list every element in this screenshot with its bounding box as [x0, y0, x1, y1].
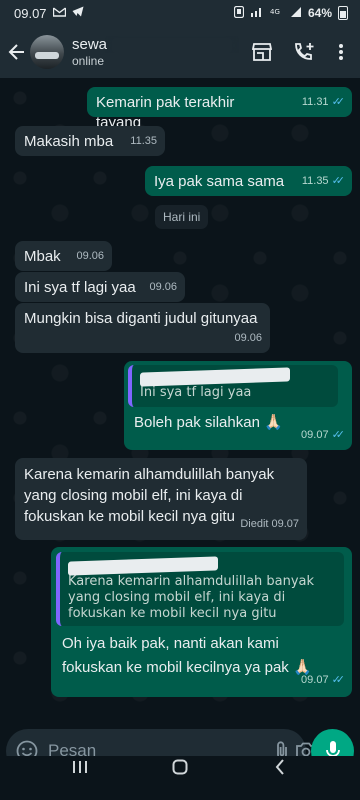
contact-name: sewa — [72, 36, 108, 53]
message-outgoing[interactable]: Iya pak sama sama 11.35 ✓✓ — [145, 166, 352, 196]
avatar[interactable] — [30, 35, 64, 69]
message-meta: 11.35 — [130, 131, 157, 151]
read-ticks-icon: ✓✓ — [331, 429, 346, 441]
menu-button[interactable] — [328, 32, 354, 72]
read-ticks-icon: ✓✓ — [331, 96, 346, 108]
message-outgoing[interactable]: Ini sya tf lagi yaa Boleh pak silahkan 🙏… — [124, 361, 352, 450]
telegram-icon — [72, 6, 84, 20]
message-time: 11.35 — [130, 135, 157, 147]
chat-header: sewa online — [0, 26, 360, 78]
more-vert-icon — [339, 44, 343, 60]
battery-percent: 64% — [307, 6, 332, 20]
contact-info[interactable]: sewa online — [72, 36, 244, 68]
quoted-author — [68, 556, 336, 576]
message-incoming[interactable]: Mbak 09.06 — [15, 241, 112, 271]
message-outgoing[interactable]: Kemarin pak terakhir tayang 11.31 ✓✓ — [87, 87, 352, 131]
signal-icon — [250, 6, 264, 20]
recent-apps-icon — [73, 761, 87, 773]
quoted-text: Karena kemarin alhamdulillah banyak yang… — [68, 574, 315, 621]
home-icon — [172, 759, 188, 775]
date-divider: Hari ini — [155, 205, 209, 229]
back-arrow-icon — [8, 44, 24, 60]
contact-name-wrap: sewa — [72, 36, 244, 53]
message-incoming[interactable]: Ini sya tf lagi yaa 09.06 — [15, 272, 185, 302]
message-meta: 11.35 ✓✓ — [301, 171, 346, 191]
notification-icon — [233, 5, 245, 21]
system-back-button[interactable] — [250, 756, 310, 778]
message-meta: 09.06 — [149, 277, 177, 297]
store-icon — [252, 43, 272, 61]
message-text: Iya pak sama sama — [154, 173, 285, 190]
message-text: Ini sya tf lagi yaa — [24, 279, 136, 296]
message-meta: 09.07 ✓✓ — [301, 425, 346, 445]
redaction — [112, 38, 232, 53]
message-time: 11.31 — [301, 96, 329, 108]
quoted-message[interactable]: Karena kemarin alhamdulillah banyak yang… — [56, 552, 344, 626]
message-meta: Diedit 09.07 — [240, 514, 299, 535]
message-meta: 09.07 ✓✓ — [301, 668, 346, 692]
message-meta: 09.06 — [76, 246, 104, 266]
add-call-button[interactable] — [286, 32, 322, 72]
message-text: Mbak — [24, 248, 61, 265]
message-time: 09.07 — [301, 429, 329, 441]
message-time: 11.35 — [301, 175, 329, 187]
message-outgoing[interactable]: Karena kemarin alhamdulillah banyak yang… — [51, 547, 352, 697]
message-incoming[interactable]: Mungkin bisa diganti judul gitunyaa 09.0… — [15, 303, 270, 353]
catalog-button[interactable] — [244, 32, 280, 72]
signal-2-icon — [290, 6, 302, 20]
network-4g-icon: 4G — [270, 6, 284, 20]
message-text: Makasih mba — [24, 133, 114, 150]
battery-icon — [338, 6, 348, 20]
message-time: 09.06 — [76, 250, 104, 262]
status-bar: 09.07 4G 64% — [0, 0, 360, 26]
recent-apps-button[interactable] — [50, 756, 110, 778]
contact-status: online — [72, 54, 105, 68]
read-ticks-icon: ✓✓ — [331, 175, 346, 187]
edited-label: Diedit — [240, 518, 269, 530]
quoted-text: Ini sya tf lagi yaa — [140, 385, 252, 400]
message-text: Karena kemarin alhamdulillah banyak yang… — [24, 466, 275, 525]
message-incoming[interactable]: Karena kemarin alhamdulillah banyak yang… — [15, 458, 307, 540]
message-meta: 09.06 — [234, 328, 262, 348]
message-time: 09.07 — [301, 674, 329, 686]
message-time: 09.07 — [271, 518, 299, 530]
home-button[interactable] — [150, 756, 210, 778]
redaction — [140, 367, 290, 387]
read-ticks-icon: ✓✓ — [331, 674, 346, 686]
svg-text:4G: 4G — [270, 8, 280, 16]
status-time: 09.07 — [14, 5, 47, 21]
add-call-icon — [295, 43, 314, 60]
quoted-author — [140, 367, 330, 387]
redaction — [68, 556, 218, 576]
message-meta: 11.31 ✓✓ — [301, 92, 346, 112]
quoted-message[interactable]: Ini sya tf lagi yaa — [128, 365, 338, 407]
message-time: 09.06 — [234, 332, 262, 344]
back-button[interactable] — [4, 32, 30, 72]
chat-screen: 09.07 4G 64% sewa online Kemarin pak ter… — [0, 0, 360, 800]
message-time: 09.06 — [149, 281, 177, 293]
gmail-icon — [52, 6, 66, 20]
chevron-left-icon — [275, 759, 284, 775]
message-text: Mungkin bisa diganti judul gitunyaa — [24, 310, 258, 327]
message-list[interactable]: Kemarin pak terakhir tayang 11.31 ✓✓ Maka… — [0, 78, 360, 724]
system-nav-bar — [0, 756, 360, 800]
message-incoming[interactable]: Makasih mba 11.35 — [15, 126, 165, 156]
